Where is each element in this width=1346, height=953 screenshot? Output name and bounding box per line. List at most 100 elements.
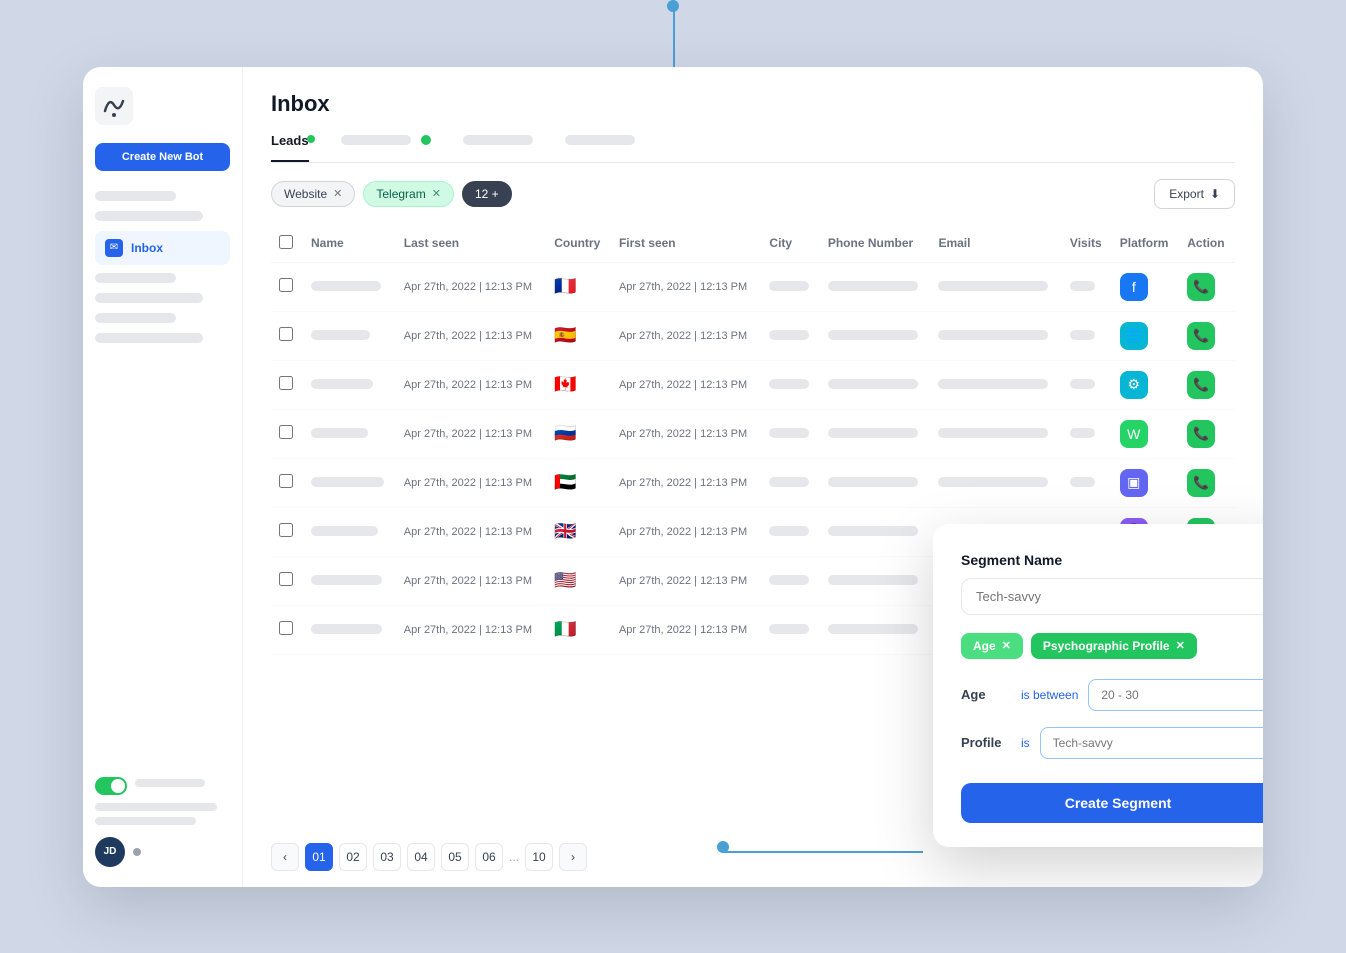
visits-skeleton-4 (1070, 477, 1095, 487)
col-name: Name (303, 225, 396, 263)
row-checkbox-3[interactable] (279, 425, 293, 439)
tab-3[interactable] (463, 133, 533, 162)
col-phone: Phone Number (820, 225, 931, 263)
visits-skeleton-0 (1070, 281, 1095, 291)
filter-chip-telegram[interactable]: Telegram ✕ (363, 181, 454, 207)
segment-tag-psychographic-close[interactable]: ✕ (1176, 639, 1185, 652)
page-title: Inbox (271, 91, 1235, 117)
col-last-seen: Last seen (396, 225, 546, 263)
first-seen-6: Apr 27th, 2022 | 12:13 PM (611, 556, 761, 605)
table-row: Apr 27th, 2022 | 12:13 PM 🇦🇪 Apr 27th, 2… (271, 458, 1235, 507)
pagination-page-4[interactable]: 04 (407, 843, 435, 871)
export-icon: ⬇ (1210, 187, 1220, 201)
first-seen-0: Apr 27th, 2022 | 12:13 PM (611, 262, 761, 311)
visits-skeleton-3 (1070, 428, 1095, 438)
pagination-page-1[interactable]: 01 (305, 843, 333, 871)
country-flag-7: 🇮🇹 (546, 605, 611, 654)
tab-leads-badge (307, 135, 315, 143)
segment-tag-psychographic[interactable]: Psychographic Profile ✕ (1031, 633, 1197, 659)
age-filter-operator[interactable]: is between (1021, 688, 1078, 702)
row-checkbox-4[interactable] (279, 474, 293, 488)
toggle-label-skeleton (135, 779, 205, 787)
platform-icon-4: ▣ (1120, 469, 1148, 497)
row-checkbox-0[interactable] (279, 278, 293, 292)
pagination-page-6[interactable]: 06 (475, 843, 503, 871)
segment-tag-age[interactable]: Age ✕ (961, 633, 1023, 659)
pagination-page-5[interactable]: 05 (441, 843, 469, 871)
export-button[interactable]: Export ⬇ (1154, 179, 1235, 209)
platform-icon-0: f (1120, 273, 1148, 301)
call-button-0[interactable]: 📞 (1187, 273, 1215, 301)
col-country: Country (546, 225, 611, 263)
row-checkbox-1[interactable] (279, 327, 293, 341)
call-button-1[interactable]: 📞 (1187, 322, 1215, 350)
platform-icon-2: ⚙ (1120, 371, 1148, 399)
name-skeleton-1 (311, 330, 370, 340)
toggle-switch[interactable] (95, 777, 127, 795)
filter-chip-more[interactable]: 12 + (462, 181, 512, 207)
phone-skeleton-2 (828, 379, 918, 389)
phone-skeleton-4 (828, 477, 918, 487)
create-bot-button[interactable]: Create New Bot (95, 143, 230, 171)
filters-row: Website ✕ Telegram ✕ 12 + Export ⬇ (243, 163, 1263, 225)
row-checkbox-5[interactable] (279, 523, 293, 537)
profile-filter-label: Profile (961, 735, 1011, 750)
platform-icon-1: 🌐 (1120, 322, 1148, 350)
filter-chip-website[interactable]: Website ✕ (271, 181, 355, 207)
tab-leads[interactable]: Leads (271, 133, 309, 162)
pagination-next[interactable]: › (559, 843, 587, 871)
first-seen-4: Apr 27th, 2022 | 12:13 PM (611, 458, 761, 507)
segment-filter-age: Age is between (961, 679, 1263, 711)
phone-skeleton-6 (828, 575, 918, 585)
sidebar-item-inbox[interactable]: ✉ Inbox (95, 231, 230, 265)
pagination-page-10[interactable]: 10 (525, 843, 553, 871)
tab-4[interactable] (565, 133, 635, 162)
segment-tags: Age ✕ Psychographic Profile ✕ (961, 633, 1263, 659)
name-skeleton-7 (311, 624, 382, 634)
country-flag-0: 🇫🇷 (546, 262, 611, 311)
last-seen-0: Apr 27th, 2022 | 12:13 PM (396, 262, 546, 311)
create-segment-button[interactable]: Create Segment (961, 783, 1263, 823)
row-checkbox-2[interactable] (279, 376, 293, 390)
pagination-prev[interactable]: ‹ (271, 843, 299, 871)
sidebar: Create New Bot ✉ Inbox JD (83, 67, 243, 887)
email-skeleton-1 (938, 330, 1048, 340)
table-row: Apr 27th, 2022 | 12:13 PM 🇷🇺 Apr 27th, 2… (271, 409, 1235, 458)
call-button-4[interactable]: 📞 (1187, 469, 1215, 497)
call-button-2[interactable]: 📞 (1187, 371, 1215, 399)
city-skeleton-5 (769, 526, 809, 536)
pagination-page-3[interactable]: 03 (373, 843, 401, 871)
table-row: Apr 27th, 2022 | 12:13 PM 🇪🇸 Apr 27th, 2… (271, 311, 1235, 360)
row-checkbox-6[interactable] (279, 572, 293, 586)
bottom-skeleton-1 (95, 803, 217, 811)
select-all-checkbox[interactable] (279, 235, 293, 249)
visits-skeleton-2 (1070, 379, 1095, 389)
telegram-chip-close[interactable]: ✕ (432, 187, 441, 200)
city-skeleton-2 (769, 379, 809, 389)
tab-2[interactable] (341, 133, 431, 162)
age-filter-label: Age (961, 687, 1011, 702)
profile-filter-input[interactable] (1040, 727, 1263, 759)
pagination-page-2[interactable]: 02 (339, 843, 367, 871)
row-checkbox-7[interactable] (279, 621, 293, 635)
email-skeleton-2 (938, 379, 1048, 389)
last-seen-3: Apr 27th, 2022 | 12:13 PM (396, 409, 546, 458)
profile-filter-operator[interactable]: is (1021, 736, 1030, 750)
phone-skeleton-5 (828, 526, 918, 536)
email-skeleton-3 (938, 428, 1048, 438)
city-skeleton-6 (769, 575, 809, 585)
table-row: Apr 27th, 2022 | 12:13 PM 🇨🇦 Apr 27th, 2… (271, 360, 1235, 409)
avatar: JD (95, 837, 125, 867)
pagination-dots: ... (509, 850, 519, 864)
sidebar-skeleton-6 (95, 333, 203, 343)
name-skeleton-4 (311, 477, 384, 487)
col-platform: Platform (1112, 225, 1179, 263)
age-filter-input[interactable] (1088, 679, 1263, 711)
call-button-3[interactable]: 📞 (1187, 420, 1215, 448)
country-flag-4: 🇦🇪 (546, 458, 611, 507)
segment-name-input[interactable] (961, 578, 1263, 615)
website-chip-close[interactable]: ✕ (333, 187, 342, 200)
segment-tag-age-close[interactable]: ✕ (1002, 639, 1011, 652)
inbox-header: Inbox Leads (243, 67, 1263, 163)
segment-panel: Segment Name Age ✕ Psychographic Profile… (933, 524, 1263, 847)
